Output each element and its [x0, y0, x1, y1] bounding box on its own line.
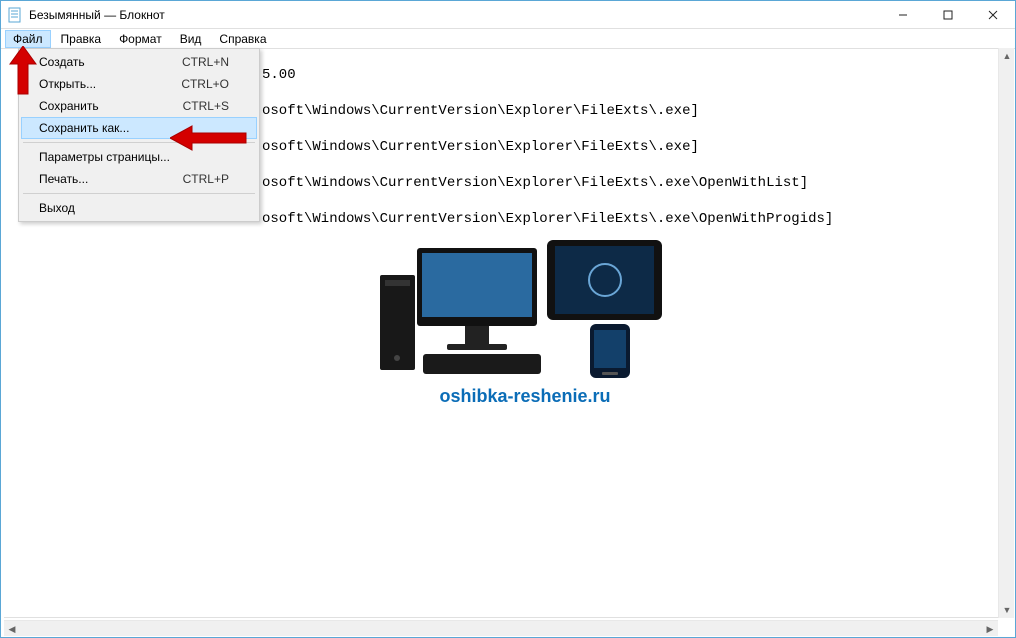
vertical-scrollbar[interactable]: ▲ ▼: [998, 48, 1014, 618]
menu-help[interactable]: Справка: [211, 30, 274, 48]
notepad-icon: [7, 7, 23, 23]
menu-item-save[interactable]: Сохранить CTRL+S: [21, 95, 257, 117]
menu-item-label: Печать...: [39, 172, 88, 186]
watermark-text: oshibka-reshenie.ru: [360, 386, 690, 407]
menu-item-label: Создать: [39, 55, 85, 69]
watermark-overlay: oshibka-reshenie.ru: [360, 230, 690, 407]
scroll-up-icon[interactable]: ▲: [999, 48, 1015, 64]
scroll-left-icon[interactable]: ◀: [4, 621, 20, 637]
menu-item-page-setup[interactable]: Параметры страницы...: [21, 146, 257, 168]
menu-item-print[interactable]: Печать... CTRL+P: [21, 168, 257, 190]
watermark-devices-icon: [360, 230, 690, 380]
menu-item-exit[interactable]: Выход: [21, 197, 257, 219]
menu-format[interactable]: Формат: [111, 30, 170, 48]
menu-item-shortcut: CTRL+O: [181, 77, 229, 91]
menu-view[interactable]: Вид: [172, 30, 210, 48]
menu-item-label: Сохранить как...: [39, 121, 129, 135]
menu-item-label: Выход: [39, 201, 75, 215]
horizontal-scrollbar[interactable]: ◀ ▶: [4, 620, 998, 636]
menu-file[interactable]: Файл: [5, 30, 51, 48]
menu-item-label: Параметры страницы...: [39, 150, 170, 164]
menu-item-open[interactable]: Открыть... CTRL+O: [21, 73, 257, 95]
close-button[interactable]: [970, 1, 1015, 29]
menubar: Файл Правка Формат Вид Справка: [1, 29, 1015, 49]
scroll-right-icon[interactable]: ▶: [982, 621, 998, 637]
menu-item-shortcut: CTRL+N: [182, 55, 229, 69]
menu-item-new[interactable]: Создать CTRL+N: [21, 51, 257, 73]
file-menu-dropdown: Создать CTRL+N Открыть... CTRL+O Сохрани…: [18, 48, 260, 222]
menu-edit[interactable]: Правка: [53, 30, 110, 48]
menu-item-shortcut: CTRL+S: [183, 99, 229, 113]
scroll-down-icon[interactable]: ▼: [999, 602, 1015, 618]
menu-item-save-as[interactable]: Сохранить как...: [21, 117, 257, 139]
menu-item-shortcut: CTRL+P: [183, 172, 229, 186]
minimize-button[interactable]: [880, 1, 925, 29]
menu-separator: [23, 193, 255, 194]
titlebar: Безымянный — Блокнот: [1, 1, 1015, 29]
menu-separator: [23, 142, 255, 143]
window-title: Безымянный — Блокнот: [29, 8, 165, 22]
menu-item-label: Открыть...: [39, 77, 96, 91]
maximize-button[interactable]: [925, 1, 970, 29]
menu-item-label: Сохранить: [39, 99, 99, 113]
window-controls: [880, 1, 1015, 29]
